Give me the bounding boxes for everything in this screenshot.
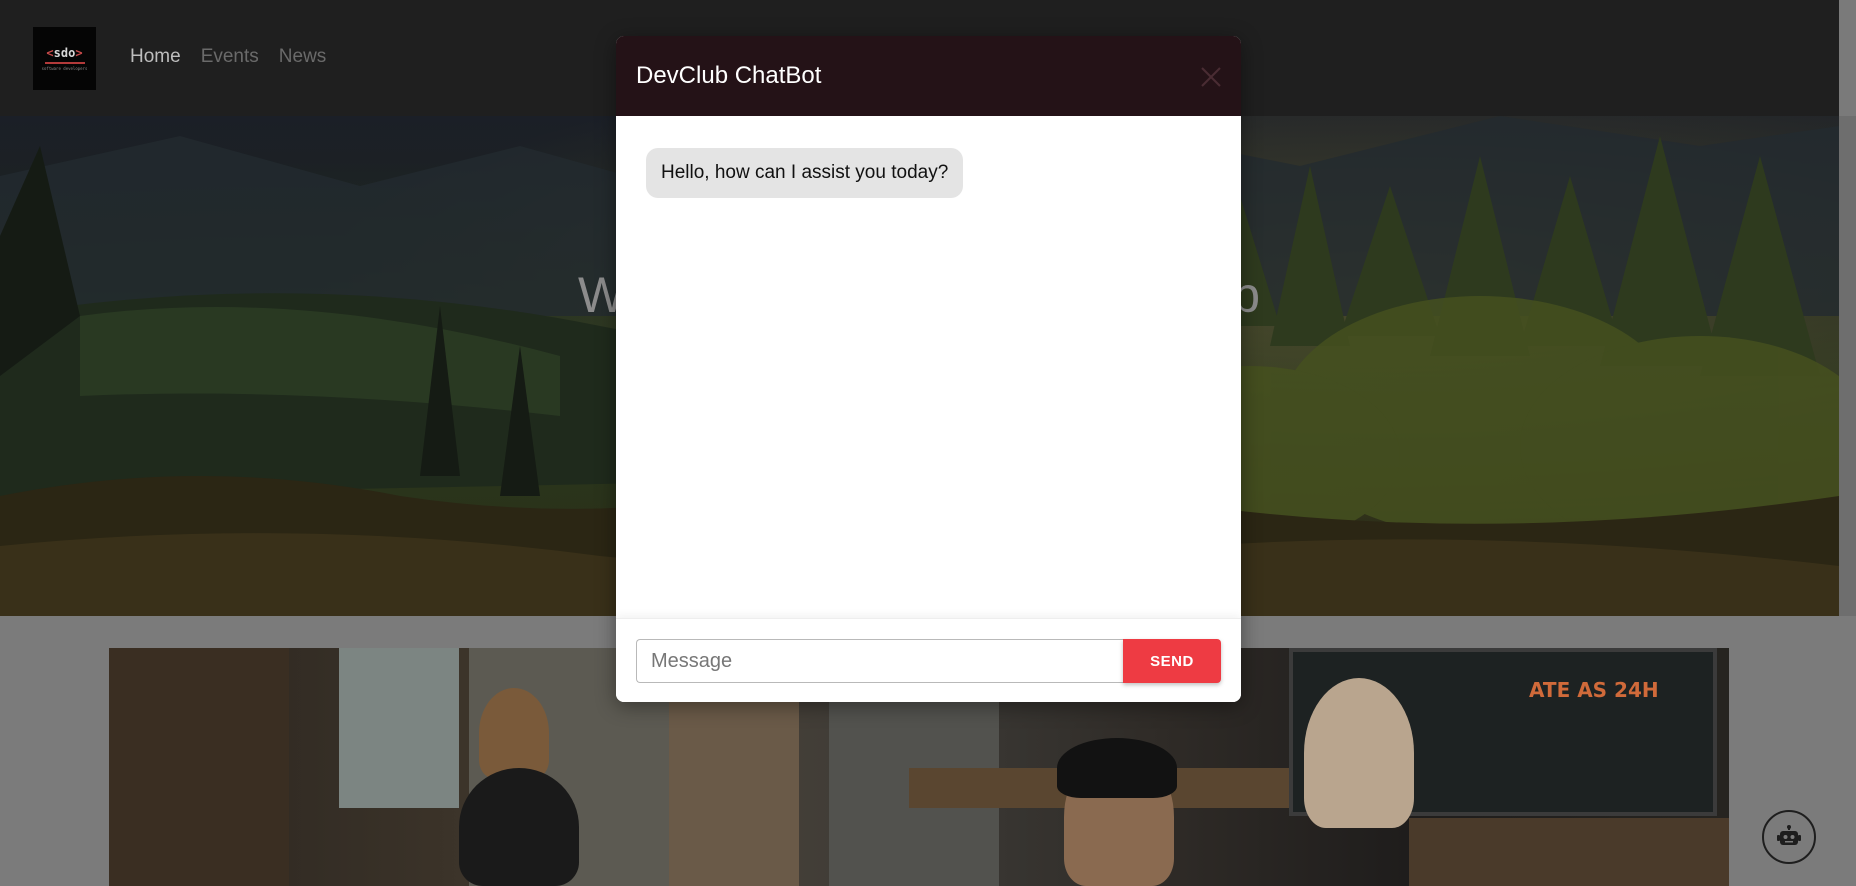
cafe-board-text: ATE AS 24H [1529, 678, 1659, 702]
chatbot-title: DevClub ChatBot [636, 62, 822, 89]
logo-bar [44, 62, 85, 64]
logo-mark: <sdo> [46, 46, 83, 60]
chatbot-toggle-button[interactable] [1762, 810, 1816, 864]
robot-icon [1777, 825, 1801, 845]
logo[interactable]: <sdo> software developers [33, 27, 96, 90]
chatbot-header: DevClub ChatBot [616, 36, 1241, 116]
chatbot-modal: DevClub ChatBot Hello, how can I assist … [616, 36, 1241, 702]
nav-link-news[interactable]: News [279, 46, 327, 68]
page-gutter [1839, 116, 1856, 616]
send-button[interactable]: SEND [1123, 639, 1221, 683]
close-icon[interactable] [1198, 64, 1224, 90]
bot-message-bubble: Hello, how can I assist you today? [646, 148, 964, 198]
chat-messages: Hello, how can I assist you today? [616, 116, 1241, 653]
logo-subtext: software developers [41, 66, 88, 71]
chat-input-bar: SEND [616, 618, 1241, 702]
nav-link-home[interactable]: Home [130, 46, 181, 68]
nav-link-events[interactable]: Events [201, 46, 259, 68]
message-input[interactable] [636, 639, 1123, 683]
page: <sdo> software developers Home Events Ne… [0, 0, 1856, 886]
nav-links: Home Events News [130, 46, 326, 68]
